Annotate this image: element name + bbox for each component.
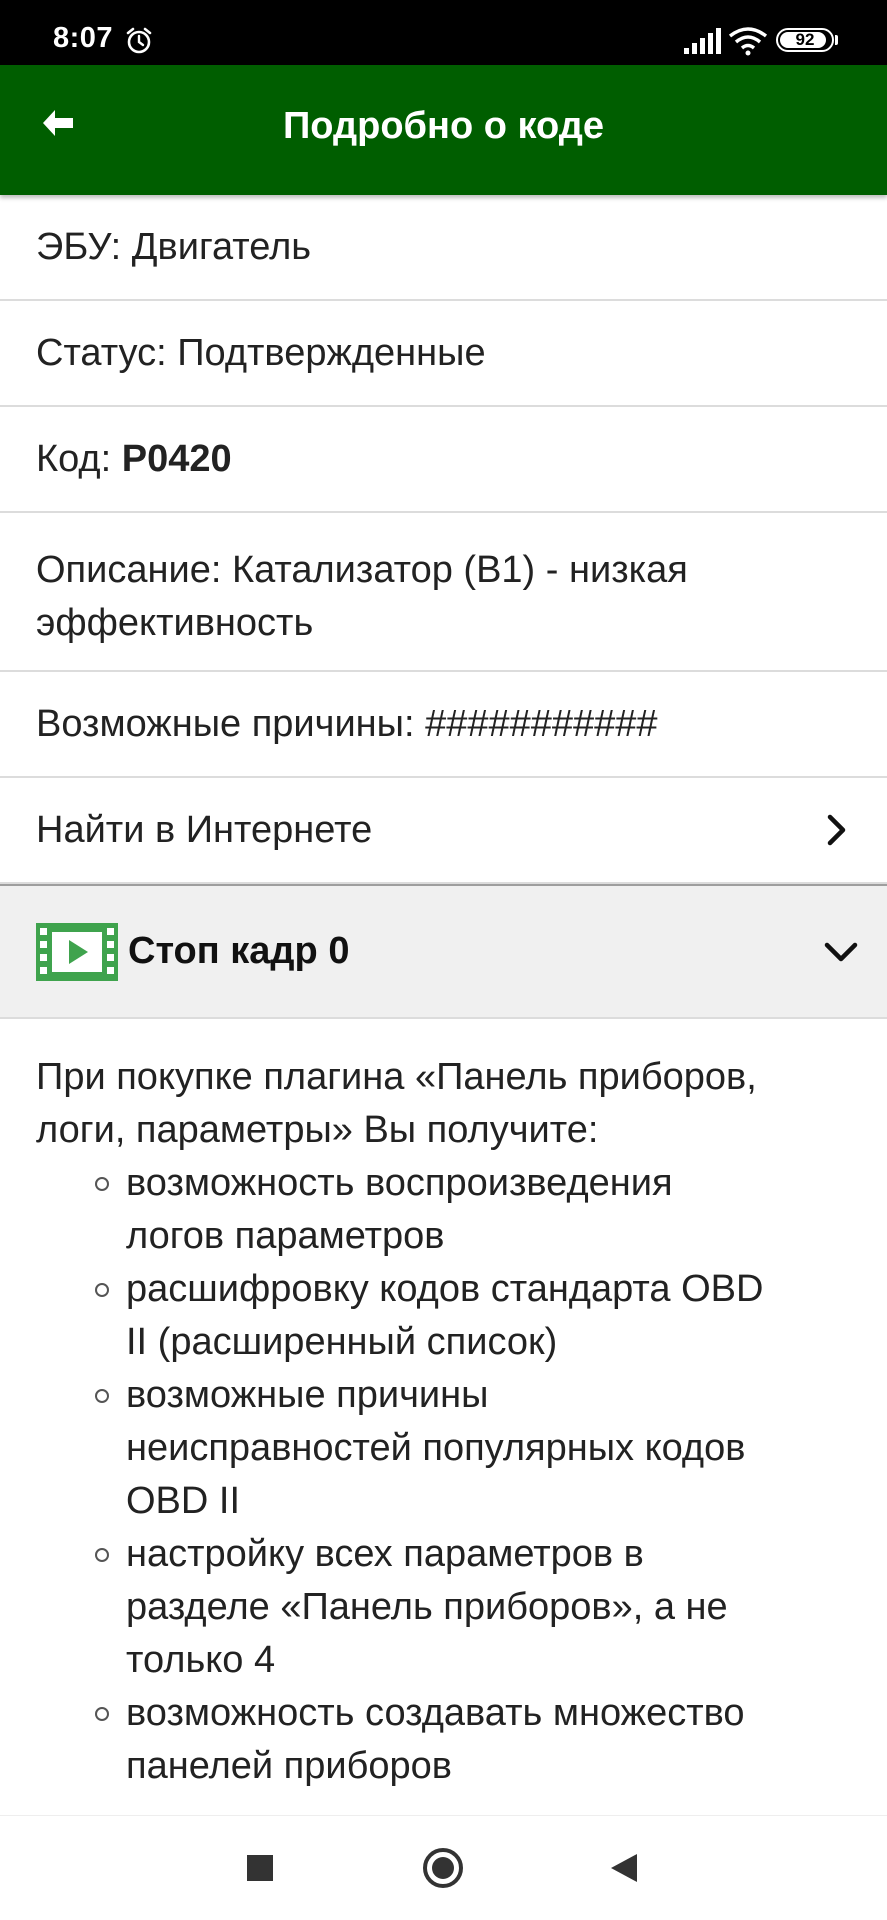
code-value: P0420: [121, 437, 232, 480]
home-dot: [432, 1857, 454, 1879]
page-title: Подробно о коде: [282, 105, 604, 147]
home-icon[interactable]: [423, 1848, 463, 1888]
search-online-label: Найти в Интернете: [36, 808, 373, 851]
ecu-text: ЭБУ: Двигатель: [36, 225, 312, 268]
wifi-icon: [728, 27, 768, 56]
promo-item-line: II (расширенный список): [126, 1321, 558, 1363]
status-row: Статус: Подтвержденные: [0, 301, 887, 407]
status-bar: 8:07 92: [0, 0, 887, 65]
promo-item-line: панелей приборов: [126, 1745, 452, 1787]
promo-item: возможные причины неисправностей популяр…: [36, 1369, 851, 1528]
description-row: Описание: Катализатор (B1) - низкая эффе…: [0, 513, 887, 672]
battery-icon: 92: [776, 28, 834, 52]
promo-intro-line-1: При покупке плагина «Панель приборов,: [36, 1056, 757, 1098]
promo-item-line: возможность воспроизведения: [126, 1162, 673, 1204]
promo-item-line: неисправностей популярных кодов: [126, 1427, 746, 1469]
battery-level: 92: [795, 30, 815, 49]
back-icon[interactable]: [609, 1852, 639, 1884]
chevron-down-icon: [824, 942, 858, 961]
plugin-promo: При покупке плагина «Панель приборов, ло…: [0, 1019, 887, 1793]
promo-item: возможность воспроизведения логов параме…: [36, 1157, 851, 1263]
signal-icon: [684, 28, 721, 54]
promo-item: расшифровку кодов стандарта OBD II (расш…: [36, 1263, 851, 1369]
causes-text: Возможные причины: ###########: [36, 702, 658, 745]
film-icon: [36, 922, 118, 981]
promo-item-line: только 4: [126, 1639, 276, 1681]
description-line-1: Описание: Катализатор (B1) - низкая: [36, 548, 688, 591]
chevron-right-icon: [827, 814, 846, 846]
promo-item-line: расшифровку кодов стандарта OBD: [126, 1268, 764, 1310]
bullet-icon: [95, 1707, 109, 1721]
battery-cap: [835, 35, 838, 45]
description-line-2: эффективность: [36, 601, 314, 644]
code-label: Код:: [36, 437, 122, 480]
promo-item-line: разделе «Панель приборов», а не: [126, 1586, 728, 1628]
code-details: ЭБУ: Двигатель Статус: Подтвержденные Ко…: [0, 195, 887, 1793]
promo-item-line: возможность создавать множество: [126, 1692, 745, 1734]
promo-item: настройку всех параметров в разделе «Пан…: [36, 1528, 851, 1687]
status-text: Статус: Подтвержденные: [36, 331, 486, 374]
bullet-icon: [95, 1389, 109, 1403]
search-online-row[interactable]: Найти в Интернете: [0, 778, 887, 884]
causes-row: Возможные причины: ###########: [0, 672, 887, 778]
status-time: 8:07: [53, 22, 114, 54]
promo-item: возможность создавать множество панелей …: [36, 1687, 851, 1793]
promo-list: возможность воспроизведения логов параме…: [36, 1157, 851, 1793]
recents-icon[interactable]: [247, 1855, 273, 1881]
promo-item-line: логов параметров: [126, 1215, 445, 1257]
promo-item-line: OBD II: [126, 1480, 241, 1522]
ecu-row: ЭБУ: Двигатель: [0, 195, 887, 301]
promo-item-line: настройку всех параметров в: [126, 1533, 644, 1575]
bullet-icon: [95, 1177, 109, 1191]
promo-item-line: возможные причины: [126, 1374, 489, 1416]
alarm-icon: [126, 27, 152, 54]
app-bar: Подробно о коде: [0, 65, 887, 195]
bullet-icon: [95, 1283, 109, 1297]
freeze-frame-title: Стоп кадр 0: [128, 930, 350, 972]
bullet-icon: [95, 1548, 109, 1562]
code-row: Код: P0420: [0, 407, 887, 513]
freeze-frame-header[interactable]: Стоп кадр 0: [0, 884, 887, 1019]
promo-intro-line-2: логи, параметры» Вы получите:: [36, 1109, 599, 1151]
system-nav-bar: [0, 1815, 887, 1920]
